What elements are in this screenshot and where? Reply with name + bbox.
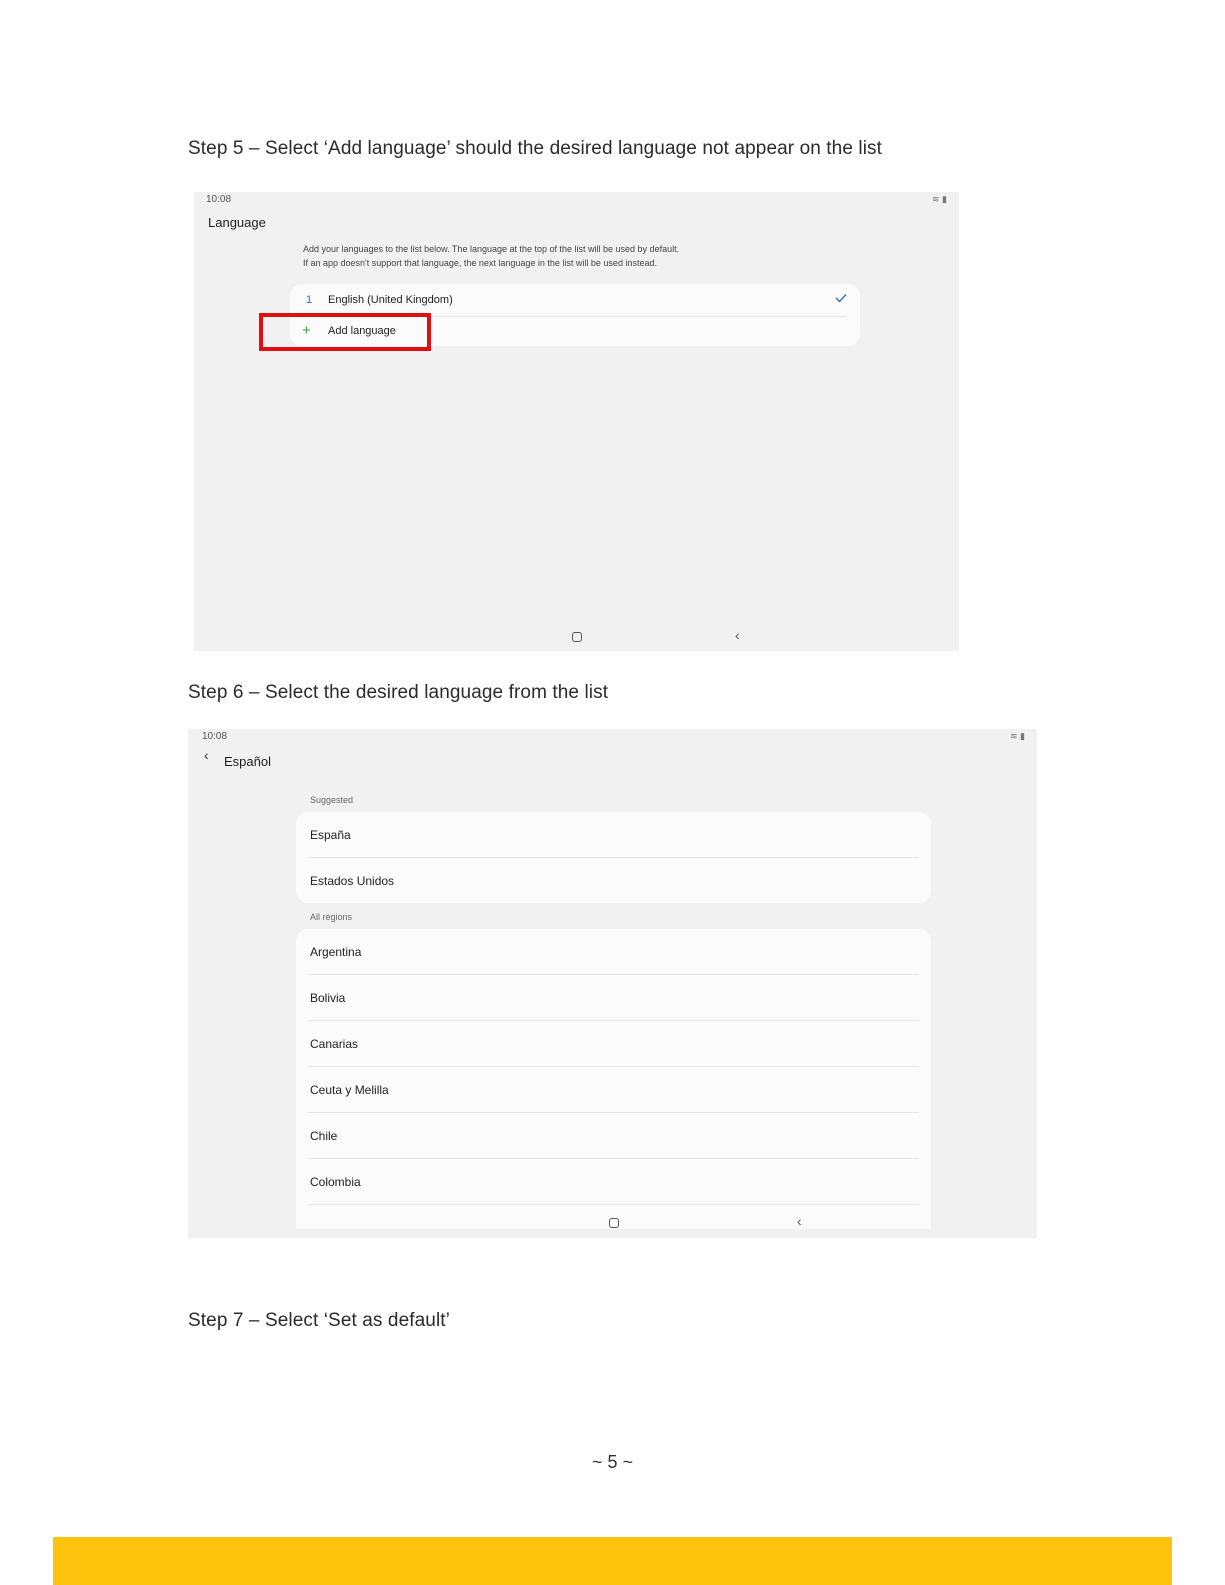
battery-icon: ▮ bbox=[942, 194, 947, 204]
back-nav-icon[interactable]: ‹ bbox=[735, 627, 740, 643]
list-item[interactable]: Colombia bbox=[296, 1159, 931, 1205]
home-nav-icon[interactable] bbox=[609, 1218, 619, 1228]
list-item[interactable]: Argentina bbox=[296, 929, 931, 975]
list-divider bbox=[308, 1204, 919, 1205]
region-name: Chile bbox=[310, 1129, 338, 1143]
all-regions-list-card: Argentina Bolivia Canarias Ceuta y Melil… bbox=[296, 929, 931, 1229]
language-description-line-2: If an app doesn't support that language,… bbox=[303, 258, 657, 268]
check-icon bbox=[835, 294, 847, 303]
status-bar-icons: ≋ ▮ bbox=[932, 194, 947, 205]
language-settings-screenshot: 10:08 ≋ ▮ Language Add your languages to… bbox=[194, 192, 959, 651]
region-name: Ceuta y Melilla bbox=[310, 1083, 389, 1097]
status-bar-time: 10:08 bbox=[202, 731, 228, 742]
status-bar-icons: ≋ ▮ bbox=[1010, 731, 1025, 742]
highlight-box bbox=[259, 313, 431, 351]
step-7-instruction: Step 7 – Select ‘Set as default’ bbox=[188, 1310, 450, 1331]
status-bar-time: 10:08 bbox=[206, 194, 232, 205]
page-title: Español bbox=[224, 754, 271, 769]
region-name: Estados Unidos bbox=[310, 874, 395, 888]
back-arrow-icon[interactable]: ‹ bbox=[204, 747, 209, 763]
footer-bar bbox=[53, 1537, 1172, 1585]
back-nav-icon[interactable]: ‹ bbox=[797, 1213, 802, 1229]
list-item[interactable]: Ceuta y Melilla bbox=[296, 1067, 931, 1113]
list-item[interactable]: Estados Unidos bbox=[296, 858, 931, 903]
region-name: Colombia bbox=[310, 1175, 361, 1189]
suggested-list-card: España Estados Unidos bbox=[296, 812, 931, 903]
language-item[interactable]: 1 English (United Kingdom) bbox=[290, 284, 860, 316]
list-item[interactable]: España bbox=[296, 812, 931, 858]
list-item[interactable]: Chile bbox=[296, 1113, 931, 1159]
page-number: ~ 5 ~ bbox=[591, 1452, 634, 1472]
language-description-line-1: Add your languages to the list below. Th… bbox=[303, 244, 680, 254]
page-title: Language bbox=[208, 215, 266, 230]
all-regions-section-label: All regions bbox=[310, 912, 353, 922]
spanish-regions-screenshot: 10:08 ≋ ▮ ‹ Español Suggested España Est… bbox=[188, 729, 1037, 1238]
language-priority-number: 1 bbox=[306, 294, 313, 306]
step-6-instruction: Step 6 – Select the desired language fro… bbox=[188, 682, 609, 703]
region-name: Bolivia bbox=[310, 991, 346, 1005]
suggested-section-label: Suggested bbox=[310, 795, 354, 805]
region-name: España bbox=[310, 828, 351, 842]
region-name: Canarias bbox=[310, 1037, 359, 1051]
battery-icon: ▮ bbox=[1020, 731, 1025, 741]
wifi-icon: ≋ bbox=[1009, 731, 1018, 741]
list-item[interactable]: Bolivia bbox=[296, 975, 931, 1021]
region-name: Argentina bbox=[310, 945, 362, 959]
list-item[interactable]: Canarias bbox=[296, 1021, 931, 1067]
step-5-instruction: Step 5 – Select ‘Add language’ should th… bbox=[188, 138, 883, 159]
wifi-icon: ≋ bbox=[931, 194, 940, 204]
home-nav-icon[interactable] bbox=[572, 632, 582, 642]
language-name: English (United Kingdom) bbox=[328, 294, 453, 306]
